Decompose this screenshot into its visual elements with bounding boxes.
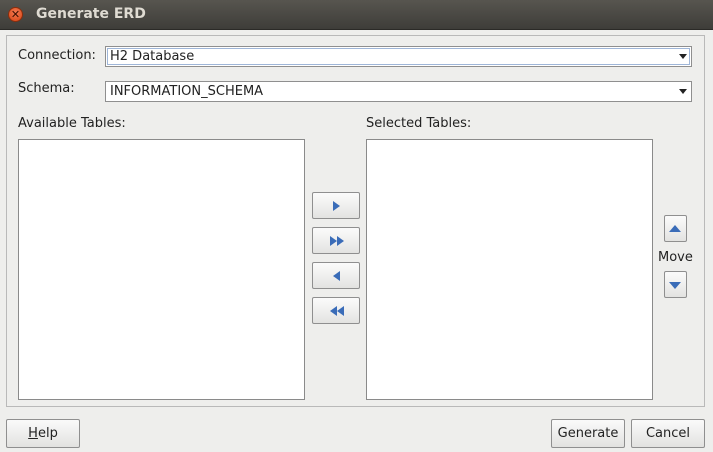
chevron-down-icon — [679, 54, 687, 59]
connection-value: H2 Database — [110, 49, 195, 64]
help-mnemonic: H — [28, 426, 38, 441]
close-icon[interactable]: ✕ — [8, 7, 23, 22]
double-arrow-left-icon — [337, 306, 344, 316]
move-up-button[interactable] — [664, 215, 687, 242]
help-label: elp — [37, 426, 58, 441]
add-all-button[interactable] — [312, 227, 360, 254]
available-tables-list[interactable] — [18, 139, 305, 400]
arrow-left-icon — [333, 271, 340, 281]
selected-tables-list[interactable] — [366, 139, 653, 400]
schema-select[interactable]: INFORMATION_SCHEMA — [105, 81, 692, 102]
double-arrow-right-icon — [337, 236, 344, 246]
chevron-down-icon — [679, 89, 687, 94]
double-arrow-right-icon — [330, 236, 337, 246]
generate-erd-dialog: ✕ Generate ERD Connection: H2 Database S… — [0, 0, 713, 452]
add-button[interactable] — [312, 192, 360, 219]
remove-button[interactable] — [312, 262, 360, 289]
connection-label: Connection: — [18, 48, 96, 63]
cancel-button[interactable]: Cancel — [631, 419, 705, 448]
double-arrow-left-icon — [330, 306, 337, 316]
title-bar: ✕ Generate ERD — [0, 0, 713, 30]
arrow-down-icon — [669, 282, 681, 289]
schema-label: Schema: — [18, 81, 75, 96]
help-button[interactable]: Help — [6, 419, 80, 448]
available-tables-label: Available Tables: — [18, 116, 126, 131]
window-title: Generate ERD — [36, 6, 146, 22]
schema-value: INFORMATION_SCHEMA — [110, 84, 264, 99]
move-down-button[interactable] — [664, 271, 687, 298]
remove-all-button[interactable] — [312, 297, 360, 324]
connection-select[interactable]: H2 Database — [105, 46, 692, 67]
selected-tables-label: Selected Tables: — [366, 116, 472, 131]
arrow-up-icon — [669, 225, 681, 232]
arrow-right-icon — [333, 201, 340, 211]
move-label: Move — [658, 250, 693, 265]
generate-button[interactable]: Generate — [551, 419, 625, 448]
